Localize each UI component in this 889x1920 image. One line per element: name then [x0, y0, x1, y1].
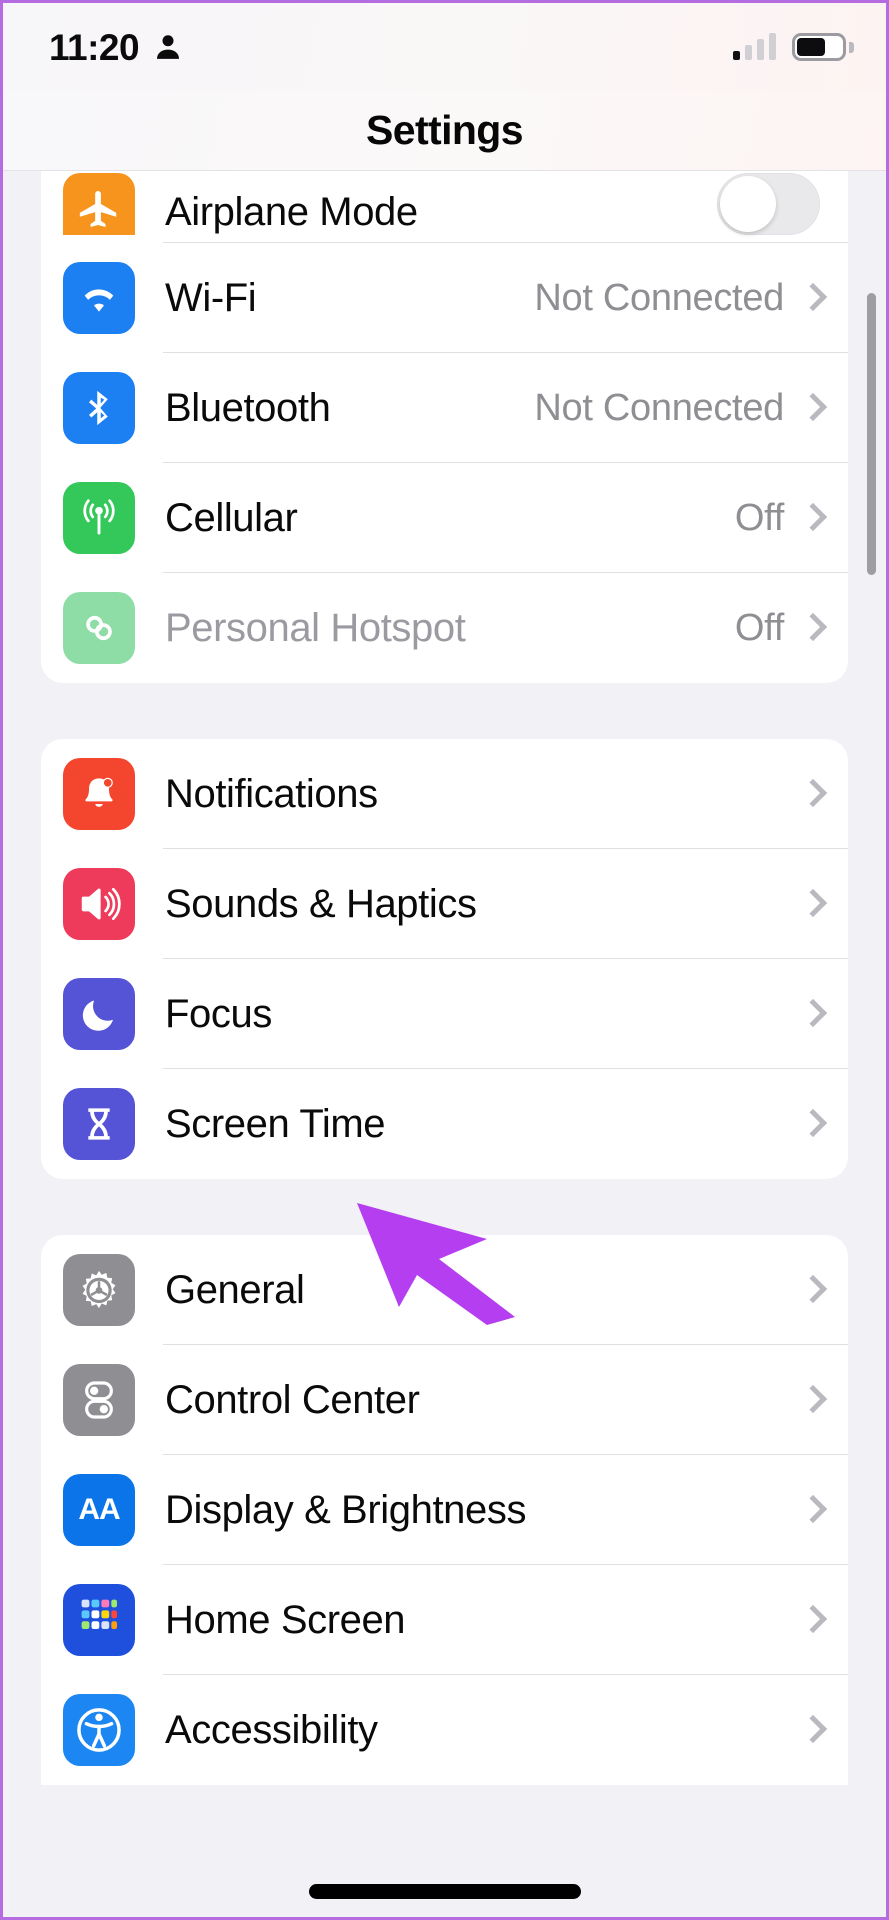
settings-row-notifications[interactable]: Notifications [41, 739, 848, 849]
cellular-icon [63, 482, 135, 554]
settings-row-focus[interactable]: Focus [41, 959, 848, 1069]
home-indicator [308, 1884, 581, 1899]
settings-row-personal-hotspot[interactable]: Personal Hotspot Off [41, 573, 848, 683]
settings-row-value: Off [734, 606, 784, 649]
aa-icon: AA [63, 1474, 135, 1546]
settings-row-value: Off [734, 496, 784, 539]
battery-icon [792, 33, 854, 61]
bluetooth-icon [63, 372, 135, 444]
chevron-right-icon [802, 1384, 820, 1416]
chevron-right-icon [802, 1714, 820, 1746]
airplane-icon [63, 173, 135, 235]
hourglass-icon [63, 1088, 135, 1160]
chevron-right-icon [802, 392, 820, 424]
settings-row-value: Not Connected [534, 386, 784, 429]
settings-row-label: Personal Hotspot [165, 605, 466, 650]
settings-group-alerts: Notifications Sounds & Haptics Focus Scr… [41, 739, 848, 1179]
airplane-mode-toggle[interactable] [717, 173, 820, 235]
settings-row-sounds-haptics[interactable]: Sounds & Haptics [41, 849, 848, 959]
settings-group-connectivity: Airplane Mode Wi-Fi Not Connected Blueto… [41, 171, 848, 683]
status-bar: 11:20 [3, 3, 886, 91]
chevron-right-icon [802, 502, 820, 534]
cellular-signal-icon [733, 33, 776, 60]
settings-row-label: Screen Time [165, 1101, 386, 1146]
settings-row-wifi[interactable]: Wi-Fi Not Connected [41, 243, 848, 353]
settings-row-label: General [165, 1267, 305, 1312]
chevron-right-icon [802, 1274, 820, 1306]
accessibility-icon [63, 1694, 135, 1766]
settings-row-label: Sounds & Haptics [165, 881, 477, 926]
status-bar-left: 11:20 [49, 29, 183, 66]
chevron-right-icon [802, 778, 820, 810]
settings-row-general[interactable]: General [41, 1235, 848, 1345]
settings-row-label: Notifications [165, 771, 378, 816]
chevron-right-icon [802, 612, 820, 644]
status-bar-right [733, 33, 856, 61]
settings-row-label: Airplane Mode [165, 190, 418, 234]
settings-row-screen-time[interactable]: Screen Time [41, 1069, 848, 1179]
settings-row-control-center[interactable]: Control Center [41, 1345, 848, 1455]
settings-row-cellular[interactable]: Cellular Off [41, 463, 848, 573]
settings-row-label: Control Center [165, 1377, 420, 1422]
chevron-right-icon [802, 1494, 820, 1526]
app-grid-icon [63, 1584, 135, 1656]
chevron-right-icon [802, 998, 820, 1030]
person-icon [153, 31, 183, 63]
settings-row-label: Display & Brightness [165, 1487, 527, 1532]
sliders-icon [63, 1364, 135, 1436]
settings-row-label: Cellular [165, 495, 298, 540]
toggle-knob [720, 176, 776, 232]
settings-row-label: Home Screen [165, 1597, 406, 1642]
settings-row-home-screen[interactable]: Home Screen [41, 1565, 848, 1675]
settings-row-bluetooth[interactable]: Bluetooth Not Connected [41, 353, 848, 463]
page-title: Settings [366, 107, 524, 153]
chevron-right-icon [802, 282, 820, 314]
status-clock: 11:20 [49, 26, 140, 68]
chevron-right-icon [802, 1108, 820, 1140]
moon-icon [63, 978, 135, 1050]
wifi-icon [63, 262, 135, 334]
chevron-right-icon [802, 1604, 820, 1636]
settings-row-airplane-mode[interactable]: Airplane Mode [41, 171, 848, 243]
navigation-bar: Settings [3, 91, 886, 171]
vertical-scrollbar[interactable] [867, 293, 876, 575]
settings-row-label: Wi-Fi [165, 275, 257, 320]
bell-icon [63, 758, 135, 830]
settings-group-system: General Control Center AA Display & Brig… [41, 1235, 848, 1785]
speaker-icon [63, 868, 135, 940]
settings-row-accessibility[interactable]: Accessibility [41, 1675, 848, 1785]
settings-row-label: Focus [165, 991, 272, 1036]
chevron-right-icon [802, 888, 820, 920]
settings-row-label: Bluetooth [165, 385, 331, 430]
settings-row-display-brightness[interactable]: AA Display & Brightness [41, 1455, 848, 1565]
settings-row-label: Accessibility [165, 1707, 378, 1752]
gear-icon [63, 1254, 135, 1326]
settings-row-value: Not Connected [534, 276, 784, 319]
phone-screen: 11:20 Settings Airplane Mode Wi-Fi Not C… [0, 0, 889, 1920]
settings-scroll-view[interactable]: Airplane Mode Wi-Fi Not Connected Blueto… [3, 171, 886, 1917]
hotspot-icon [63, 592, 135, 664]
